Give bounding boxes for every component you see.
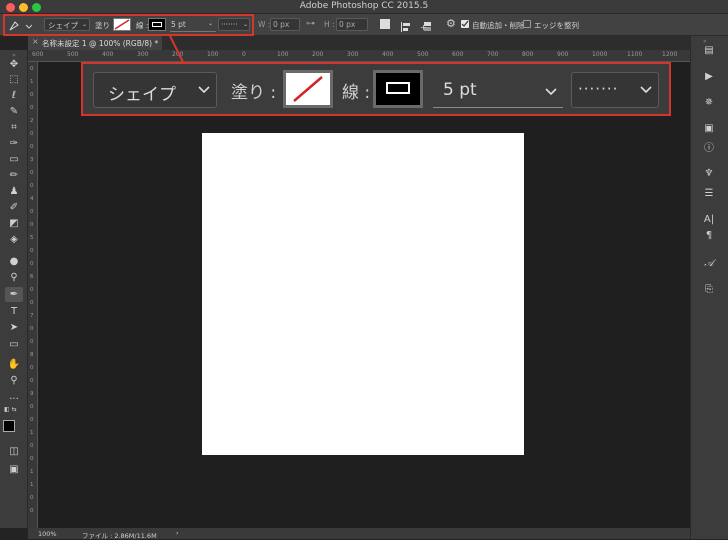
rectangle-tool-icon[interactable]: ▭ — [5, 337, 23, 352]
document-canvas[interactable] — [202, 133, 524, 455]
ruler-tick-label: 0 — [30, 261, 34, 267]
ruler-tick-label: 0 — [30, 183, 34, 189]
more-tools-icon[interactable]: ··· — [5, 392, 23, 407]
eyedropper-tool-icon[interactable]: ✑ — [5, 136, 23, 151]
ruler-tick-label: 7 — [30, 313, 34, 319]
ruler-tick-label: 0 — [30, 443, 34, 449]
default-colors-icon[interactable]: ◧ ⇆ — [4, 406, 24, 413]
ruler-tick-label: 4 — [30, 196, 34, 202]
glyphs-icon[interactable]: 𝒜 — [699, 257, 719, 271]
brush-presets-icon[interactable]: ♆ — [699, 167, 719, 181]
ruler-tick-label: 8 — [30, 352, 34, 358]
status-bar: 100% ファイル : 2.86M/11.6M › — [28, 528, 690, 540]
ruler-tick-label: 5 — [30, 235, 34, 241]
zoom-level[interactable]: 100% — [38, 530, 57, 538]
hand-tool-icon[interactable]: ✋ — [5, 357, 23, 372]
chevron-right-icon[interactable]: › — [176, 529, 179, 537]
ruler-tick-label: 0 — [30, 404, 34, 410]
ruler-tick-label: 0 — [30, 508, 34, 514]
quick-mask-icon[interactable]: ◫ — [5, 444, 23, 459]
ruler-tick-label: 0 — [30, 378, 34, 384]
libraries-icon[interactable]: ▣ — [699, 122, 719, 136]
screen-mode-icon[interactable]: ▣ — [5, 462, 23, 477]
ruler-tick-label: 1 — [30, 482, 34, 488]
ruler-tick-label: 0 — [30, 495, 34, 501]
ruler-tick-label: 0 — [30, 300, 34, 306]
callout-connector — [169, 35, 184, 63]
brush-tool-icon[interactable]: ✏ — [5, 168, 23, 183]
history-brush-tool-icon[interactable]: ✐ — [5, 200, 23, 215]
actions-play-icon[interactable]: ▶ — [699, 70, 719, 84]
eraser-tool-icon[interactable]: ◩ — [5, 216, 23, 231]
info-icon[interactable]: ⓘ — [699, 142, 719, 156]
path-select-tool-icon[interactable]: ➤ — [5, 320, 23, 335]
ruler-tick-label: 0 — [30, 417, 34, 423]
history-panel-icon[interactable]: ▤ — [699, 44, 719, 58]
ruler-tick-label: 0 — [30, 326, 34, 332]
ruler-tick-label: 0 — [30, 365, 34, 371]
ruler-tick-label: 1 — [30, 430, 34, 436]
tools-panel: » ✥ ⬚ ℓ ✎ ⌗ ✑ ▭ ✏ ♟ ✐ ◩ ◈ ● ⚲ ✒ T ➤ ▭ ✋ … — [0, 50, 28, 528]
stamp-tool-icon[interactable]: ♟ — [5, 184, 23, 199]
ruler-tick-label: 0 — [30, 222, 34, 228]
ruler-tick-label: 0 — [30, 209, 34, 215]
ruler-tick-label: 0 — [30, 131, 34, 137]
character-icon[interactable]: A| — [699, 213, 719, 227]
ruler-tick-label: 0 — [30, 339, 34, 345]
ruler-tick-label: 0 — [30, 287, 34, 293]
foreground-color-swatch[interactable] — [3, 420, 15, 432]
ruler-tick-label: 0 — [30, 248, 34, 254]
dodge-tool-icon[interactable]: ⚲ — [5, 270, 23, 285]
ruler-tick-label: 0 — [30, 170, 34, 176]
blur-tool-icon[interactable]: ● — [5, 254, 23, 269]
clone-source-icon[interactable]: ⎘ — [699, 283, 719, 297]
type-tool-icon[interactable]: T — [5, 304, 23, 319]
ruler-tick-label: 6 — [30, 274, 34, 280]
adjustments-icon[interactable]: ✵ — [699, 96, 719, 110]
ruler-tick-label: 9 — [30, 391, 34, 397]
zoom-tool-icon[interactable]: ⚲ — [5, 373, 23, 388]
pen-tool-icon[interactable]: ✒ — [5, 287, 23, 302]
ruler-tick-label: 0 — [30, 456, 34, 462]
healing-tool-icon[interactable]: ▭ — [5, 152, 23, 167]
paragraph-icon[interactable]: ¶ — [699, 229, 719, 243]
ruler-tick-label: 3 — [30, 157, 34, 163]
ruler-tick-label: 1 — [30, 469, 34, 475]
crop-tool-icon[interactable]: ⌗ — [5, 120, 23, 135]
properties-icon[interactable]: ☰ — [699, 187, 719, 201]
right-panel-dock: « ▤ ▶ ✵ ▣ ⓘ ♆ ☰ A| ¶ 𝒜 ⎘ — [690, 36, 728, 539]
ruler-tick-label: 0 — [30, 144, 34, 150]
vertical-ruler: 01002003004005006007008009001001100 — [28, 62, 38, 528]
paint-bucket-tool-icon[interactable]: ◈ — [5, 232, 23, 247]
